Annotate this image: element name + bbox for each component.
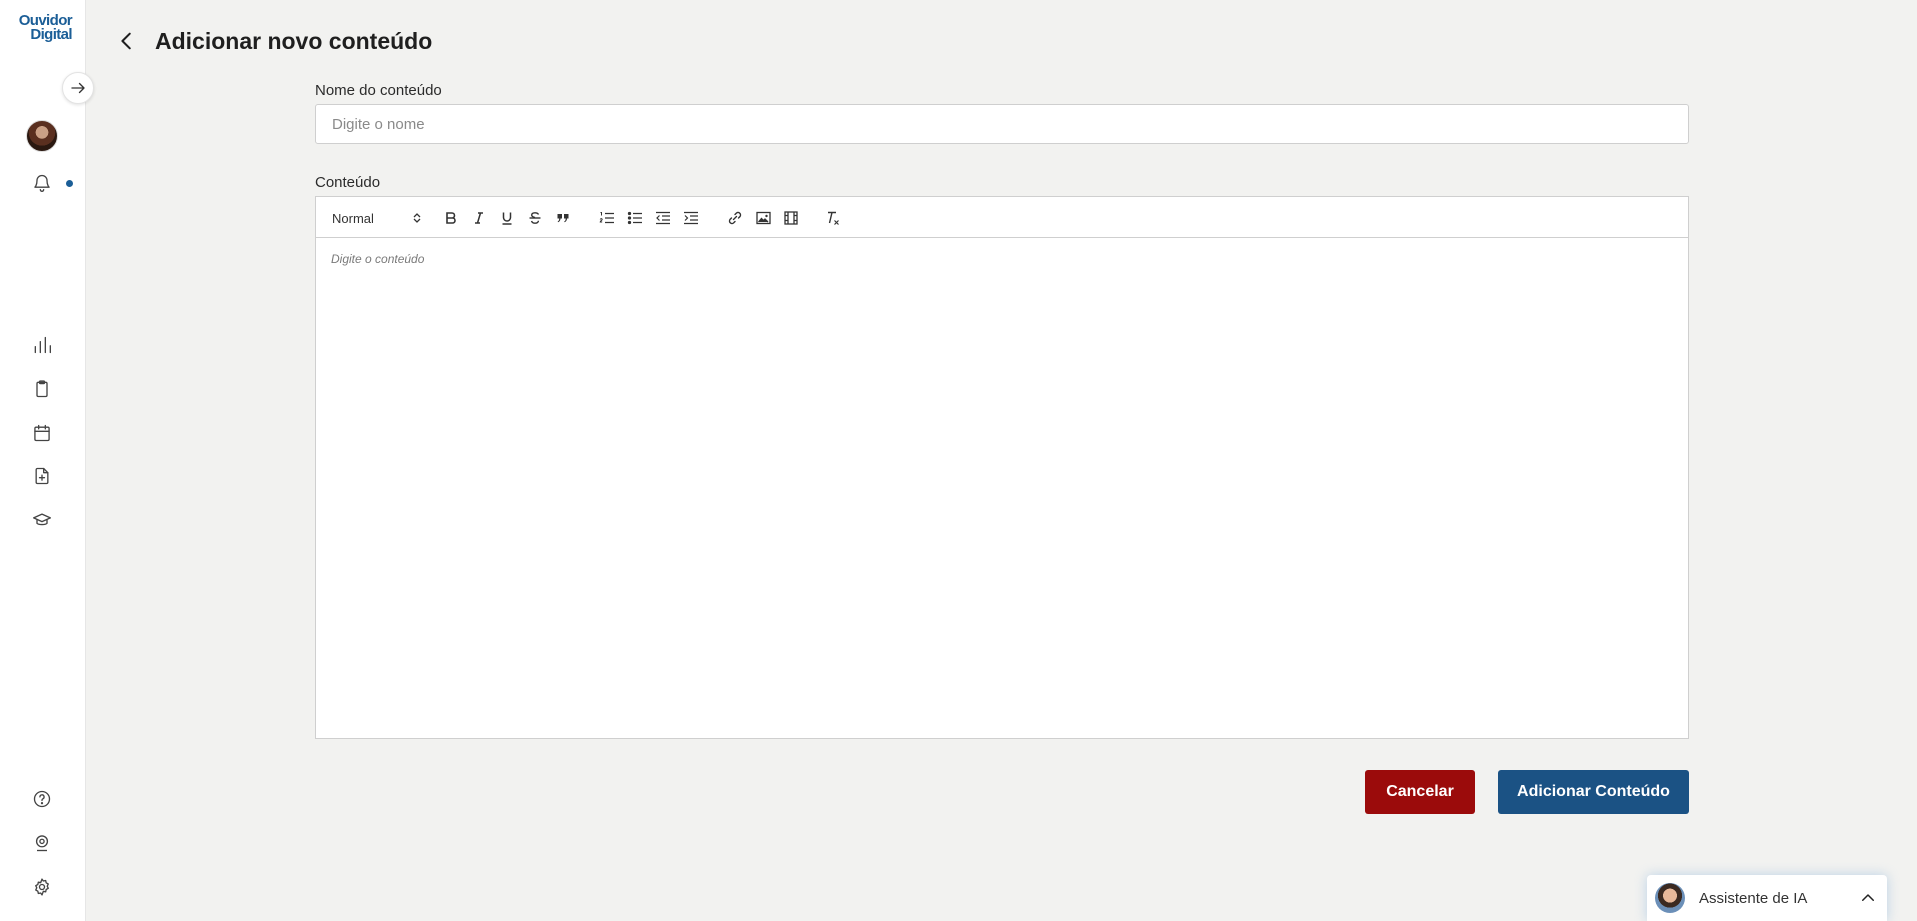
ordered-list-icon	[599, 212, 614, 224]
editor-content-area[interactable]: Digite o conteúdo	[316, 238, 1688, 280]
sidebar-item-settings[interactable]	[29, 874, 55, 900]
page-title: Adicionar novo conteúdo	[155, 28, 433, 54]
content-name-input[interactable]	[315, 104, 1689, 144]
outdent-icon	[656, 211, 670, 225]
italic-icon	[475, 212, 483, 224]
bold-icon	[446, 212, 456, 224]
rich-text-editor: Normal Digite o conteúdo	[315, 196, 1689, 739]
bullet-list-button[interactable]	[624, 207, 646, 229]
gear-icon	[35, 878, 49, 896]
sidebar-item-location[interactable]	[29, 830, 55, 856]
outdent-button[interactable]	[652, 207, 674, 229]
arrow-right-icon	[71, 82, 85, 94]
select-arrows-icon	[413, 213, 421, 223]
user-avatar[interactable]	[26, 120, 58, 152]
sidebar-item-tasks[interactable]	[29, 376, 55, 402]
format-select-value: Normal	[332, 210, 374, 226]
name-field-label: Nome do conteúdo	[315, 82, 442, 99]
sidebar: Ouvidor Digital	[0, 0, 86, 921]
clipboard-icon	[36, 380, 48, 398]
assistant-avatar	[1655, 883, 1685, 913]
bold-button[interactable]	[440, 207, 462, 229]
underline-button[interactable]	[496, 207, 518, 229]
back-button[interactable]	[114, 28, 140, 54]
video-icon	[784, 211, 798, 225]
link-button[interactable]	[724, 207, 746, 229]
help-circle-icon	[33, 790, 51, 808]
chevron-left-icon	[121, 32, 131, 50]
logo-line-2: Digital	[30, 26, 72, 43]
italic-button[interactable]	[468, 207, 490, 229]
underline-icon	[502, 212, 512, 225]
image-button[interactable]	[752, 207, 774, 229]
ordered-list-button[interactable]	[596, 207, 618, 229]
calendar-icon	[34, 424, 50, 442]
image-icon	[755, 211, 771, 225]
indent-button[interactable]	[680, 207, 702, 229]
sidebar-item-dashboard[interactable]	[29, 332, 55, 358]
strikethrough-icon	[529, 212, 541, 224]
sidebar-item-help[interactable]	[29, 786, 55, 812]
expand-sidebar-button[interactable]	[62, 72, 94, 104]
logo[interactable]: Ouvidor Digital	[12, 13, 73, 43]
quote-button[interactable]	[552, 207, 574, 229]
file-plus-icon	[35, 467, 49, 485]
bullet-list-icon	[627, 211, 642, 225]
sidebar-item-learning[interactable]	[29, 507, 55, 533]
link-icon	[728, 211, 742, 225]
editor-placeholder: Digite o conteúdo	[331, 252, 425, 266]
notifications-button[interactable]	[29, 170, 55, 196]
video-button[interactable]	[780, 207, 802, 229]
clear-format-button[interactable]	[822, 207, 844, 229]
bar-chart-icon	[34, 336, 51, 354]
sidebar-item-calendar[interactable]	[29, 420, 55, 446]
format-select[interactable]: Normal	[332, 207, 422, 229]
chevron-up-icon[interactable]	[1859, 889, 1877, 907]
clear-format-icon	[828, 211, 839, 225]
content-field-label: Conteúdo	[315, 174, 381, 191]
sidebar-item-new-file[interactable]	[29, 463, 55, 489]
location-pin-icon	[35, 835, 49, 852]
add-content-button[interactable]: Adicionar Conteúdo	[1498, 770, 1689, 814]
quote-icon	[557, 214, 569, 223]
bell-icon	[34, 174, 50, 192]
indent-icon	[684, 211, 698, 225]
cancel-button[interactable]: Cancelar	[1365, 770, 1475, 814]
ai-assistant-widget[interactable]: Assistente de IA	[1647, 875, 1887, 921]
notification-badge	[66, 180, 73, 187]
strikethrough-button[interactable]	[524, 207, 546, 229]
editor-toolbar: Normal	[316, 197, 1688, 238]
graduation-cap-icon	[33, 513, 51, 526]
assistant-label: Assistente de IA	[1699, 889, 1808, 907]
